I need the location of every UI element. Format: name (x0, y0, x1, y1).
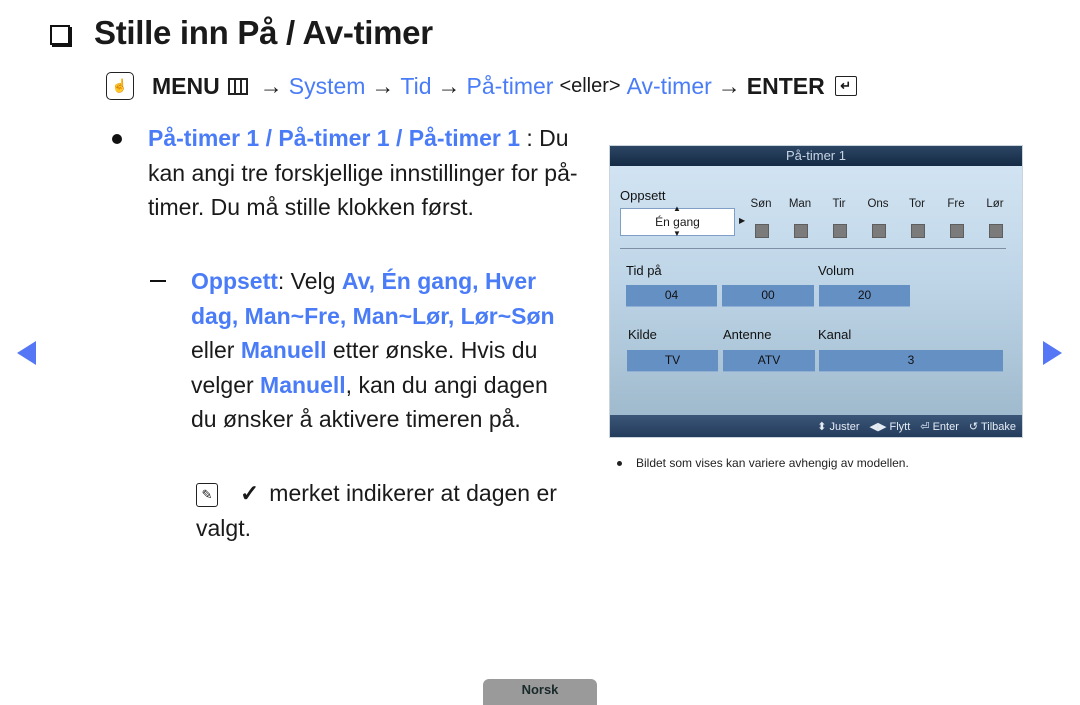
return-icon: ↺ (968, 420, 979, 433)
text: eller (191, 337, 241, 363)
down-arrow-icon: ▼ (673, 229, 681, 238)
volum-label: Volum (818, 263, 855, 278)
antenne-label: Antenne (723, 327, 772, 342)
day-checkbox-ons[interactable] (872, 224, 886, 238)
left-right-icon: ◀▶ (869, 420, 887, 433)
dash-icon (150, 280, 166, 282)
juster-label: Juster (829, 420, 860, 433)
panel-title: På-timer 1 (610, 146, 1022, 166)
day-label: Ons (867, 198, 889, 210)
page-title-text: Stille inn På / Av-timer (94, 14, 433, 51)
footer-enter: ⏎ Enter (920, 420, 959, 433)
next-page-arrow-icon[interactable] (1043, 341, 1062, 365)
day-checkbox-lor[interactable] (989, 224, 1003, 238)
path-tid[interactable]: Tid (400, 73, 431, 100)
text: : Velg (277, 268, 342, 294)
path-eller: <eller> (559, 74, 621, 97)
menu-grid-icon (227, 77, 248, 95)
pa-timer-highlight: På-timer 1 / På-timer 1 / På-timer 1 (148, 125, 520, 151)
checkbox-bullet-icon (50, 25, 70, 45)
day-label: Tor (909, 198, 925, 210)
bullet-dot-icon (617, 461, 622, 467)
antenna-field[interactable]: ATV (723, 350, 815, 372)
oppsett-label: Oppsett (620, 188, 666, 203)
day-checkbox-tor[interactable] (911, 224, 925, 238)
footnote-text: Bildet som vises kan variere avhengig av… (636, 456, 909, 470)
day-checkbox-man[interactable] (794, 224, 808, 238)
day-label: Man (788, 198, 812, 210)
arrow: → (259, 72, 283, 99)
pa-timer-screen: På-timer 1 Oppsett ▲ Én gang ▼ ▶ Søn Man… (609, 145, 1023, 438)
minute-field[interactable]: 00 (722, 285, 814, 307)
volume-field[interactable]: 20 (819, 285, 910, 307)
menu-hand-icon: ☝ (106, 72, 134, 100)
bullet-pa-timer: På-timer 1 / På-timer 1 / På-timer 1 : D… (112, 121, 582, 225)
day-label: Tir (832, 198, 846, 210)
path-system[interactable]: System (289, 73, 366, 100)
source-field[interactable]: TV (627, 350, 718, 372)
arrow: → (437, 72, 461, 99)
path-pa-timer[interactable]: På-timer (467, 73, 554, 100)
channel-field[interactable]: 3 (819, 350, 1003, 372)
panel-footer: ⬍ Juster ◀▶ Flytt ⏎ Enter ↺ Tilbake (610, 415, 1022, 437)
day-checkbox-son[interactable] (755, 224, 769, 238)
oppsett-select[interactable]: ▲ Én gang ▼ (620, 204, 735, 238)
day-label: Lør (986, 198, 1004, 210)
note-pencil-icon: ✎ (196, 482, 218, 507)
day-label: Søn (750, 198, 772, 210)
hour-field[interactable]: 04 (626, 285, 717, 307)
tid-pa-label: Tid på (626, 263, 662, 278)
oppsett-term: Oppsett (191, 268, 278, 294)
right-pointer-icon: ▶ (739, 216, 746, 225)
up-arrow-icon: ▲ (673, 204, 681, 213)
manuell-term: Manuell (240, 337, 327, 363)
day-checkbox-fre[interactable] (950, 224, 964, 238)
manuell-term: Manuell (260, 371, 346, 398)
enter-label: Enter (932, 420, 959, 433)
note: ✎ ✓ merket indikerer at dagen er valgt. (196, 476, 616, 545)
menu-label: MENU (152, 72, 220, 99)
day-label: Fre (947, 198, 965, 210)
language-tab: Norsk (483, 679, 597, 705)
previous-page-arrow-icon[interactable] (17, 341, 36, 365)
divider (620, 248, 1006, 249)
footer-juster: ⬍ Juster (817, 420, 859, 433)
tilbake-label: Tilbake (980, 420, 1016, 433)
footnote: Bildet som vises kan variere avhengig av… (617, 456, 909, 470)
bullet-dot-icon (112, 134, 122, 144)
up-down-icon: ⬍ (817, 420, 827, 433)
bullet-oppsett: Oppsett: Velg Av, Én gang, Hver dag, Man… (150, 264, 570, 437)
enter-icon: ⏎ (920, 420, 930, 433)
path-av-timer[interactable]: Av-timer (627, 73, 712, 100)
arrow: → (371, 72, 395, 99)
oppsett-value: Én gang (655, 215, 700, 229)
flytt-label: Flytt (889, 420, 911, 433)
menu-path: ☝ MENU → System → Tid → På-timer <eller>… (106, 72, 857, 100)
footer-flytt: ◀▶ Flytt (870, 420, 911, 433)
arrow: → (717, 72, 741, 99)
page-title: Stille inn På / Av-timer (50, 14, 433, 52)
enter-icon: ↵ (834, 76, 857, 96)
kanal-label: Kanal (818, 327, 852, 342)
footer-tilbake: ↺ Tilbake (969, 420, 1016, 433)
path-enter: ENTER (746, 72, 825, 99)
day-checkbox-tir[interactable] (833, 224, 847, 238)
kilde-label: Kilde (628, 327, 657, 342)
checkmark-icon: ✓ (240, 480, 260, 506)
